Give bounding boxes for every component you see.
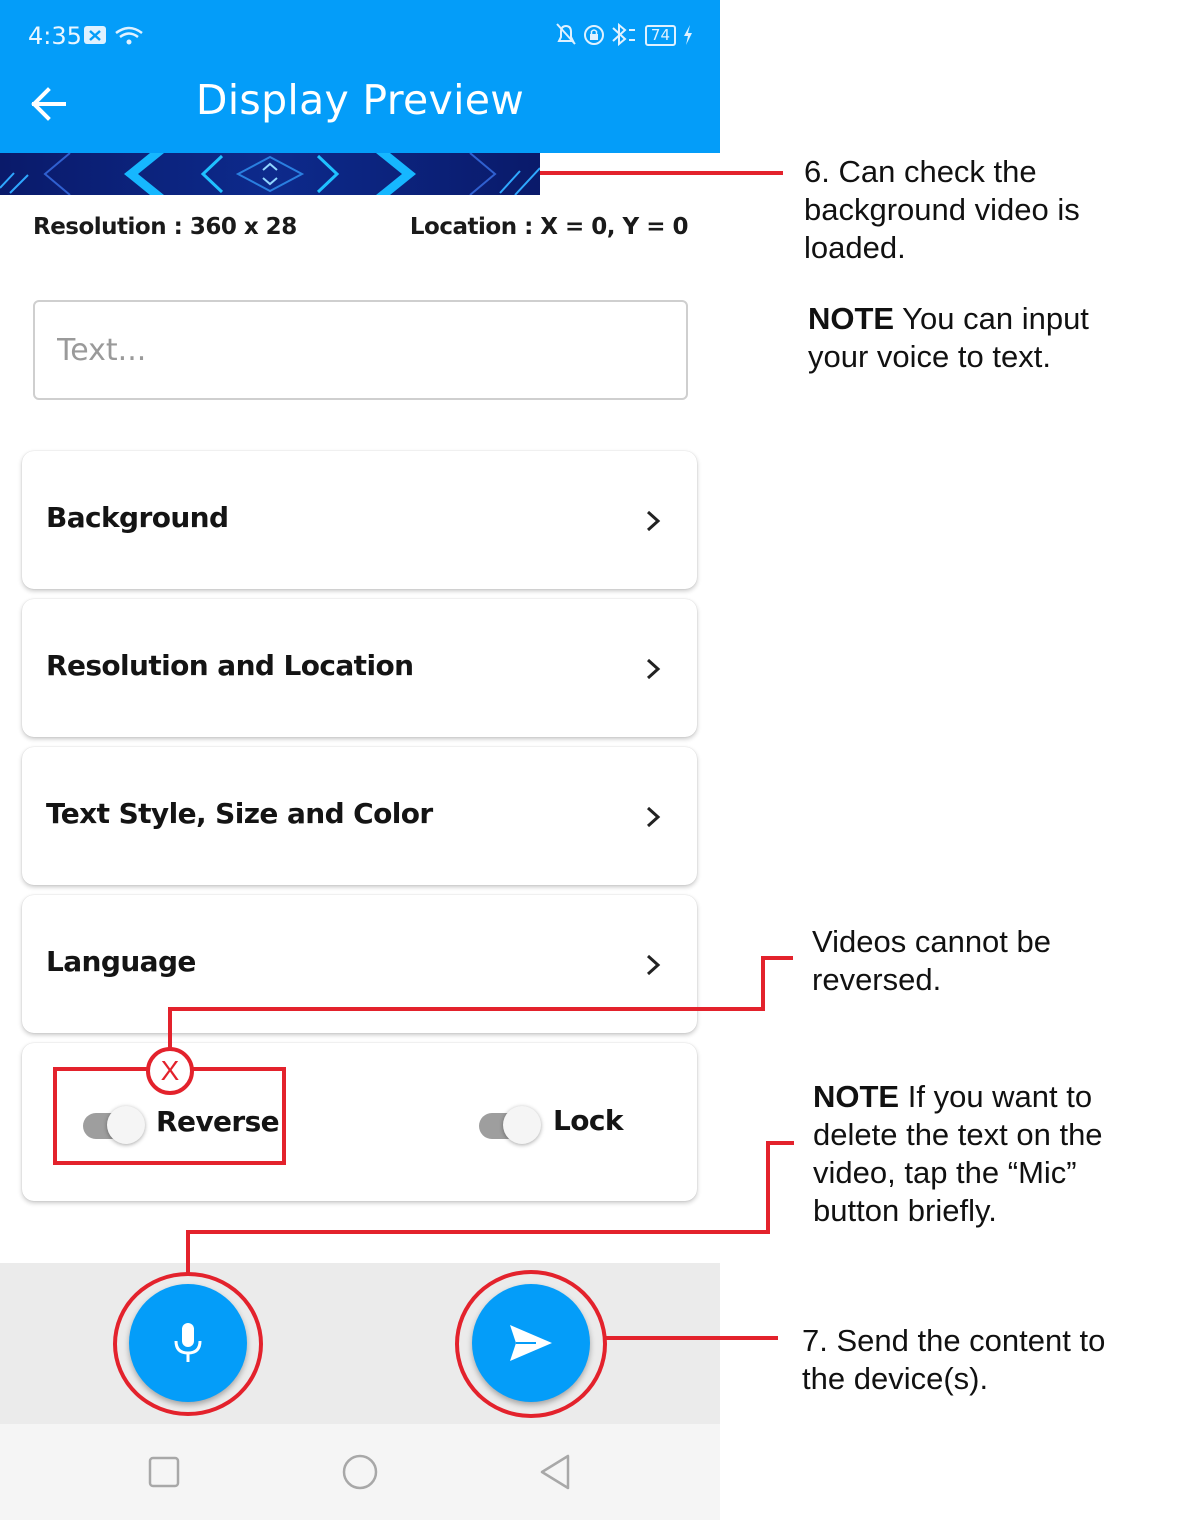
x-mark-badge: X [146, 1047, 194, 1095]
callout-line-reverse-h [168, 1007, 765, 1011]
menu-item-label: Language [46, 945, 196, 978]
menu-item-language[interactable]: Language [22, 895, 697, 1033]
annotation-mic-note: NOTE If you want to delete the text on t… [813, 1078, 1143, 1230]
chevron-right-icon [646, 658, 661, 680]
status-left-icons [84, 24, 144, 55]
note-bold: NOTE [808, 301, 895, 336]
toggle-knob [503, 1106, 541, 1144]
video-preview [0, 153, 540, 195]
callout-line-preview [540, 171, 783, 175]
callout-line-mic-tip [766, 1141, 794, 1145]
chevron-right-icon [646, 806, 661, 828]
lock-toggle[interactable] [479, 1104, 545, 1144]
battery-indicator: 74 [644, 24, 676, 46]
annotation-reverse: Videos cannot be reversed. [812, 924, 1052, 997]
chevron-right-icon [646, 510, 661, 532]
resolution-info: Resolution : 360 x 28 [33, 214, 297, 240]
callout-line-mic-up [766, 1141, 770, 1234]
menu-item-resolution-location[interactable]: Resolution and Location [22, 599, 697, 737]
callout-line-reverse-v [168, 1007, 172, 1049]
page-title: Display Preview [195, 76, 525, 124]
system-nav-bar [0, 1424, 720, 1520]
callout-line-reverse-tip [761, 956, 793, 960]
callout-line-mic-v [186, 1230, 190, 1274]
highlight-send [455, 1270, 607, 1418]
text-input[interactable] [33, 300, 688, 400]
status-system-icons [556, 22, 635, 47]
phone-screen: 4:35 74 Display Preview Resolution: 360… [0, 0, 720, 1520]
location-info: Location : X = 0, Y = 0 [409, 214, 689, 240]
preview-pattern-graphic [0, 153, 540, 195]
status-right-icons: 74 [555, 22, 694, 48]
menu-item-label: Background [46, 501, 229, 534]
menu-item-label: Resolution and Location [46, 649, 414, 682]
lock-label: Lock [553, 1104, 624, 1137]
note-bold: NOTE [813, 1079, 900, 1114]
notification-wifi-icons [84, 26, 143, 45]
app-bar: 4:35 74 Display Preview [0, 0, 720, 153]
annotation-step-7: 7. Send the content to the device(s). [802, 1323, 1106, 1396]
callout-line-send [605, 1336, 778, 1340]
callout-line-reverse-up [761, 956, 765, 1011]
back-nav-icon[interactable] [536, 1452, 576, 1492]
menu-item-text-style[interactable]: Text Style, Size and Color [22, 747, 697, 885]
chevron-right-icon [646, 954, 661, 976]
callout-line-mic-h [186, 1230, 770, 1234]
recents-icon[interactable] [144, 1452, 184, 1492]
annotation-step-6: 6. Can check the background video is loa… [804, 154, 1080, 265]
charging-icon [684, 25, 692, 45]
menu-item-background[interactable]: Background [22, 451, 697, 589]
action-bar [0, 1263, 720, 1424]
status-time: 4:35 [28, 22, 82, 50]
annotation-voice-note: NOTE You can input your voice to text. [808, 300, 1148, 376]
home-icon[interactable] [340, 1452, 380, 1492]
highlight-mic [113, 1272, 263, 1416]
menu-item-label: Text Style, Size and Color [46, 797, 433, 830]
